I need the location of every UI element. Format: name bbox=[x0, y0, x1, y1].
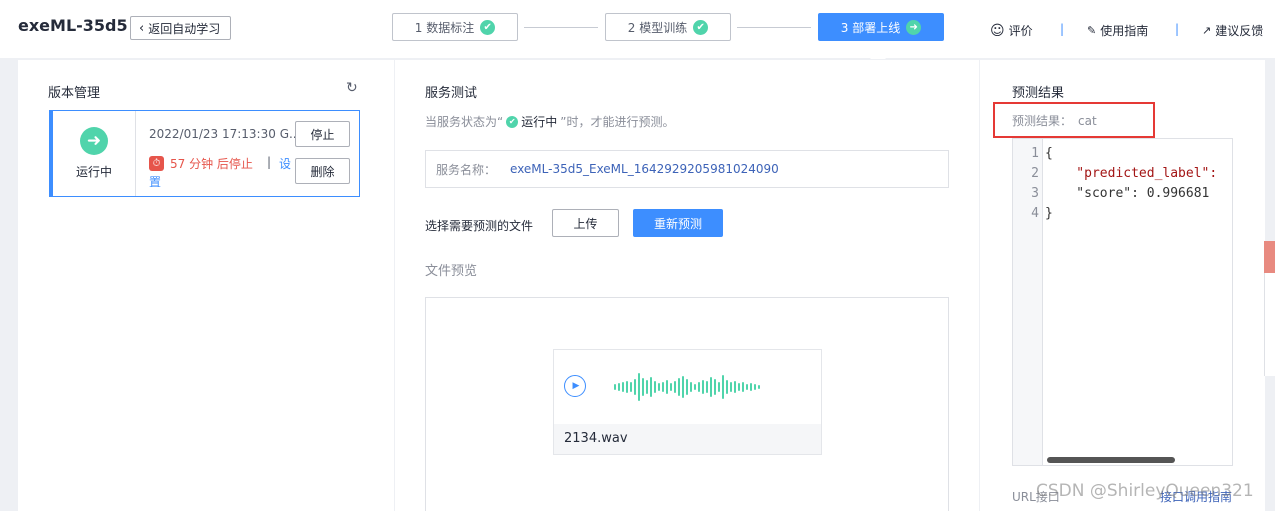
divider: | bbox=[1175, 22, 1180, 36]
code-line: "predicted_label": bbox=[1045, 166, 1218, 181]
app-title: exeML-35d5 bbox=[18, 16, 128, 35]
upload-button[interactable]: 上传 bbox=[552, 209, 619, 237]
panel-title: 版本管理 bbox=[48, 86, 101, 101]
version-card[interactable]: ➜ 运行中 2022/01/23 17:13:30 G... ⏱ 57 分钟 后… bbox=[49, 110, 360, 197]
service-name-value: exeML-35d5_ExeML_1642929205981024090 bbox=[510, 162, 779, 176]
arrow-right-icon: ➜ bbox=[906, 19, 922, 35]
step-connector bbox=[737, 27, 811, 28]
hint-status: 运行中 bbox=[521, 115, 558, 129]
line-number: 2 bbox=[1031, 166, 1039, 181]
line-number: 1 bbox=[1031, 146, 1039, 161]
file-preview: ▶ 2134.wav bbox=[425, 297, 949, 511]
stop-button[interactable]: 停止 bbox=[295, 121, 350, 147]
chevron-left-icon: ‹ bbox=[139, 20, 145, 36]
step-data-labeling[interactable]: 1 数据标注 ✔ bbox=[392, 13, 518, 41]
guide-link[interactable]: ✎ 使用指南 bbox=[1087, 22, 1148, 39]
highlight-box bbox=[993, 102, 1155, 138]
audio-filename: 2134.wav bbox=[554, 424, 821, 454]
edit-icon: ✎ bbox=[1087, 24, 1097, 37]
version-panel: 版本管理 ↻ ➜ 运行中 2022/01/23 17:13:30 G... ⏱ … bbox=[18, 60, 394, 511]
code-line: "score": 0.996681 bbox=[1045, 186, 1210, 201]
settings-link[interactable]: 设 bbox=[279, 155, 291, 172]
code-line: { bbox=[1045, 146, 1053, 161]
file-select-label: 选择需要预测的文件 bbox=[425, 219, 534, 233]
top-bar: exeML-35d5 ‹ 返回自动学习 1 数据标注 ✔ 2 模型训练 ✔ 3 … bbox=[0, 0, 1275, 59]
auto-stop: ⏱ 57 分钟 后停止 bbox=[149, 155, 253, 172]
play-icon[interactable]: ▶ bbox=[564, 375, 586, 397]
status-hint: 当服务状态为“ ✔ 运行中 ”时，才能进行预测。 bbox=[425, 113, 674, 130]
auto-stop-text: 57 分钟 后停止 bbox=[170, 157, 253, 171]
side-toolbar[interactable] bbox=[1264, 273, 1275, 376]
check-icon: ✔ bbox=[693, 19, 709, 35]
step-label: 2 模型训练 bbox=[627, 20, 688, 35]
side-float-button[interactable] bbox=[1264, 241, 1275, 273]
hint-prefix: 当服务状态为“ bbox=[425, 115, 504, 129]
divider: | bbox=[267, 155, 272, 169]
refresh-icon[interactable]: ↻ bbox=[346, 80, 358, 96]
rate-link[interactable]: ☺ 评价 bbox=[990, 22, 1033, 39]
external-edit-icon: ↗ bbox=[1202, 24, 1212, 37]
service-test-panel: 服务测试 当服务状态为“ ✔ 运行中 ”时，才能进行预测。 服务名称： exeM… bbox=[395, 60, 979, 511]
watermark: CSDN @ShirleyQueen321 bbox=[1036, 481, 1254, 501]
step-deploy[interactable]: 3 部署上线 ➜ bbox=[818, 13, 944, 41]
hint-suffix: ”时，才能进行预测。 bbox=[560, 115, 675, 129]
preview-label: 文件预览 bbox=[425, 264, 478, 279]
waveform-icon bbox=[614, 373, 760, 401]
arrow-right-icon: ➜ bbox=[80, 127, 108, 155]
check-icon: ✔ bbox=[480, 19, 496, 35]
version-status: ➜ 运行中 bbox=[53, 111, 136, 196]
line-gutter: 1 2 3 4 bbox=[1013, 139, 1043, 465]
settings-link-wrap[interactable]: 置 bbox=[149, 173, 161, 190]
check-icon: ✔ bbox=[506, 115, 519, 128]
timer-icon: ⏱ bbox=[149, 156, 164, 171]
prediction-panel: 预测结果 预测结果： cat 1 2 3 4 { "predicted_label… bbox=[980, 60, 1265, 511]
feedback-link[interactable]: ↗ 建议反馈 bbox=[1202, 22, 1263, 39]
smile-icon: ☺ bbox=[990, 22, 1005, 39]
step-model-training[interactable]: 2 模型训练 ✔ bbox=[605, 13, 731, 41]
guide-label: 使用指南 bbox=[1100, 24, 1149, 38]
line-number: 3 bbox=[1031, 186, 1039, 201]
panel-title: 服务测试 bbox=[425, 86, 478, 101]
service-name-field: 服务名称： exeML-35d5_ExeML_16429292059810240… bbox=[425, 150, 949, 188]
back-button-label: 返回自动学习 bbox=[148, 21, 221, 36]
json-output: 1 2 3 4 { "predicted_label": "score": 0.… bbox=[1012, 138, 1233, 466]
version-datetime: 2022/01/23 17:13:30 G... bbox=[149, 127, 301, 141]
audio-player: ▶ 2134.wav bbox=[553, 349, 822, 455]
repredict-button[interactable]: 重新预测 bbox=[633, 209, 723, 237]
step-label: 1 数据标注 bbox=[414, 20, 475, 35]
status-label: 运行中 bbox=[75, 165, 112, 179]
step-connector bbox=[524, 27, 598, 28]
rate-label: 评价 bbox=[1008, 24, 1033, 38]
delete-button[interactable]: 删除 bbox=[295, 158, 350, 184]
service-name-key: 服务名称： bbox=[436, 162, 497, 177]
code-line: } bbox=[1045, 206, 1053, 221]
feedback-label: 建议反馈 bbox=[1215, 24, 1264, 38]
line-number: 4 bbox=[1031, 206, 1039, 221]
back-button[interactable]: ‹ 返回自动学习 bbox=[130, 16, 232, 40]
step-label: 3 部署上线 bbox=[840, 20, 901, 35]
horizontal-scrollbar[interactable] bbox=[1047, 457, 1175, 463]
audio-controls: ▶ bbox=[554, 350, 821, 424]
panel-title: 预测结果 bbox=[1012, 86, 1065, 101]
step-pointer bbox=[870, 51, 886, 59]
divider: | bbox=[1060, 22, 1065, 36]
